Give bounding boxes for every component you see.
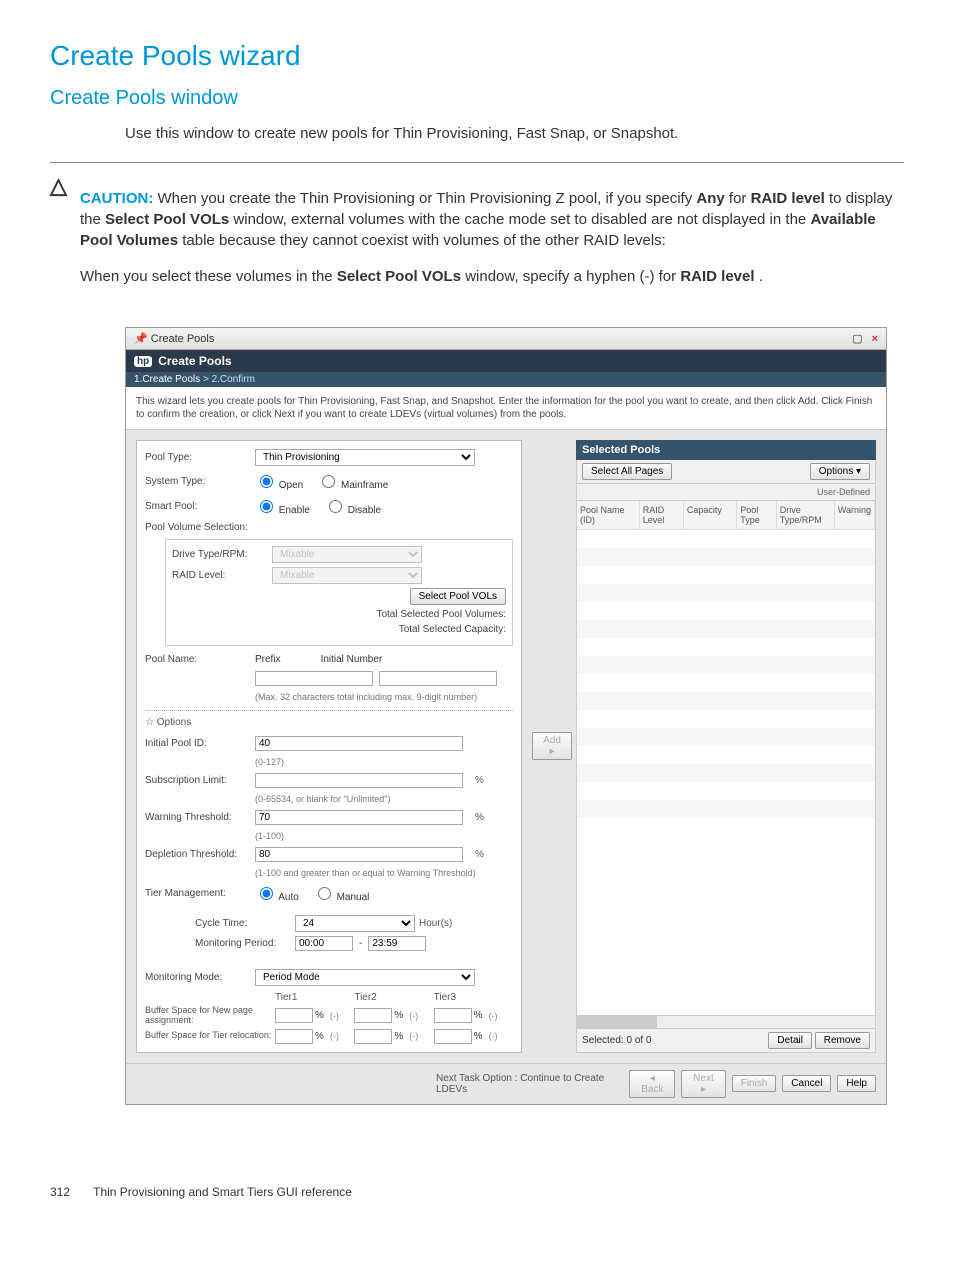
pool-type-label: Pool Type: (145, 452, 255, 463)
mon-mode-label: Monitoring Mode: (145, 972, 255, 983)
prefix-label: Prefix (255, 654, 281, 665)
tier1-header: Tier1 (275, 992, 354, 1003)
total-selected-capacity: Total Selected Capacity: (172, 624, 506, 635)
buf-new-t1 (275, 1008, 313, 1023)
pool-type-select[interactable]: Thin Provisioning (255, 449, 475, 466)
options-button[interactable]: Options ▾ (810, 463, 870, 480)
step-1: 1.Create Pools (134, 374, 200, 385)
next-button[interactable]: Next ▸ (681, 1070, 725, 1098)
system-open-radio[interactable] (260, 475, 273, 488)
filter-label: User-Defined (817, 487, 870, 497)
pool-vol-sel-label: Pool Volume Selection: (145, 522, 255, 533)
initial-pool-id-input[interactable] (255, 736, 463, 751)
caution-label: CAUTION: (80, 190, 153, 207)
tier3-header: Tier3 (434, 992, 513, 1003)
pin-icon[interactable]: 📌 (134, 333, 148, 345)
mon-period-label: Monitoring Period: (195, 938, 295, 949)
tier-mgmt-label: Tier Management: (145, 888, 255, 899)
window-title: Create Pools (151, 333, 215, 345)
warn-thresh-input[interactable] (255, 810, 463, 825)
step-2: 2.Confirm (212, 374, 255, 385)
dep-thresh-hint: (1-100 and greater than or equal to Warn… (255, 868, 513, 878)
buf-new-t2 (354, 1008, 392, 1023)
selected-pools-header: Selected Pools (576, 440, 876, 460)
system-type-label: System Type: (145, 476, 255, 487)
h-scrollbar[interactable] (576, 1016, 876, 1029)
dep-thresh-input[interactable] (255, 847, 463, 862)
drive-type-select: Mixable (272, 546, 422, 563)
page-subtitle: Create Pools window (50, 87, 904, 110)
select-all-pages-button[interactable]: Select All Pages (582, 463, 672, 480)
close-icon[interactable]: × (872, 333, 878, 345)
smart-disable-radio[interactable] (329, 500, 342, 513)
cancel-button[interactable]: Cancel (782, 1075, 831, 1092)
inner-title: Create Pools (158, 354, 231, 368)
sub-limit-label: Subscription Limit: (145, 775, 255, 786)
warn-thresh-hint: (1-100) (255, 831, 513, 841)
hp-logo-icon: hp (134, 356, 152, 367)
detail-button[interactable]: Detail (768, 1032, 812, 1049)
initial-pool-id-hint: (0-127) (255, 757, 513, 767)
mon-to-input[interactable] (368, 936, 426, 951)
col-raid-level[interactable]: RAID Level (640, 501, 684, 529)
buf-new-label: Buffer Space for New page assignment: (145, 1006, 275, 1026)
next-task-option: Next Task Option : Continue to Create LD… (436, 1073, 623, 1095)
col-warning[interactable]: Warning (835, 501, 875, 529)
tier2-header: Tier2 (354, 992, 433, 1003)
remove-button[interactable]: Remove (815, 1032, 870, 1049)
mon-mode-select[interactable]: Period Mode (255, 969, 475, 986)
mon-from-input[interactable] (295, 936, 353, 951)
prefix-input[interactable] (255, 671, 373, 686)
cycle-time-label: Cycle Time: (195, 918, 295, 929)
page-title: Create Pools wizard (50, 40, 904, 72)
tier-auto-radio[interactable] (260, 887, 273, 900)
sub-limit-input[interactable] (255, 773, 463, 788)
buf-reloc-t1 (275, 1029, 313, 1044)
selection-status: Selected: 0 of 0 (582, 1035, 652, 1046)
col-capacity[interactable]: Capacity (684, 501, 737, 529)
pool-name-label: Pool Name: (145, 654, 255, 665)
selected-pools-table: Pool Name (ID) RAID Level Capacity Pool … (576, 501, 876, 1016)
raid-level-label: RAID Level: (172, 570, 272, 581)
wizard-description: This wizard lets you create pools for Th… (126, 387, 886, 430)
buf-reloc-t3 (434, 1029, 472, 1044)
maximize-icon[interactable]: ▢ (852, 333, 862, 345)
options-toggle[interactable]: ☆ Options (145, 717, 191, 728)
buf-reloc-t2 (354, 1029, 392, 1044)
help-button[interactable]: Help (837, 1075, 876, 1092)
name-hint: (Max. 32 characters total including max.… (255, 692, 513, 702)
buf-reloc-label: Buffer Space for Tier relocation: (145, 1031, 275, 1041)
sub-limit-hint: (0-65534, or blank for "Unlimited") (255, 794, 513, 804)
page-footer-text: Thin Provisioning and Smart Tiers GUI re… (93, 1185, 352, 1199)
wizard-window: 📌 Create Pools ▢ × hp Create Pools 1.Cre… (125, 327, 887, 1105)
caution-block: △ CAUTION: When you create the Thin Prov… (50, 162, 904, 302)
buf-new-t3 (434, 1008, 472, 1023)
initial-pool-id-label: Initial Pool ID: (145, 738, 255, 749)
col-pool-type[interactable]: Pool Type (737, 501, 777, 529)
col-pool-name[interactable]: Pool Name (ID) (577, 501, 640, 529)
drive-type-label: Drive Type/RPM: (172, 549, 272, 560)
intro-text: Use this window to create new pools for … (125, 125, 904, 142)
initial-number-label: Initial Number (321, 654, 383, 665)
page-number: 312 (50, 1185, 90, 1199)
smart-enable-radio[interactable] (260, 500, 273, 513)
finish-button[interactable]: Finish (732, 1075, 777, 1092)
system-mainframe-radio[interactable] (322, 475, 335, 488)
select-pool-vols-button[interactable]: Select Pool VOLs (410, 588, 506, 605)
warning-icon: △ (50, 173, 80, 302)
dep-thresh-label: Depletion Threshold: (145, 849, 255, 860)
cycle-time-select[interactable]: 24 (295, 915, 415, 932)
add-button[interactable]: Add ▸ (532, 732, 572, 760)
total-selected-volumes: Total Selected Pool Volumes: (172, 609, 506, 620)
initial-number-input[interactable] (379, 671, 497, 686)
col-drive-type[interactable]: Drive Type/RPM (777, 501, 835, 529)
back-button[interactable]: ◂ Back (629, 1070, 675, 1098)
warn-thresh-label: Warning Threshold: (145, 812, 255, 823)
smart-pool-label: Smart Pool: (145, 501, 255, 512)
raid-level-select: Mixable (272, 567, 422, 584)
tier-manual-radio[interactable] (318, 887, 331, 900)
